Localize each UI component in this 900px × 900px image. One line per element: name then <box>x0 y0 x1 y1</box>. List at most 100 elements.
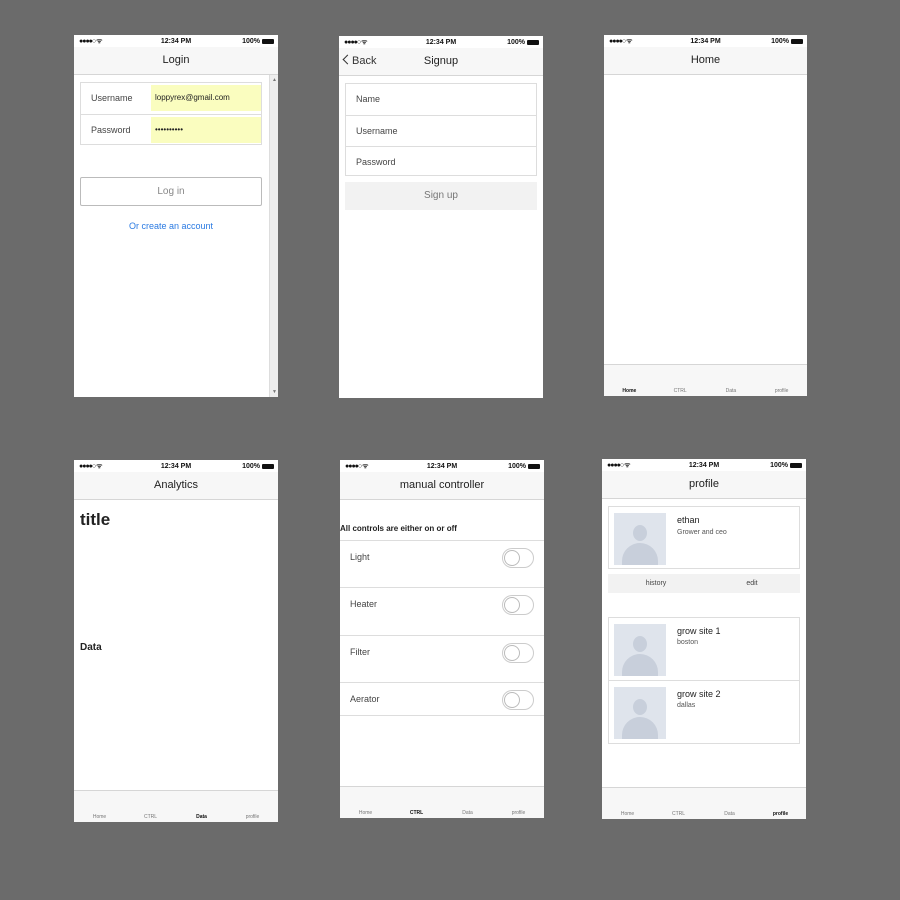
tab-label: Data <box>462 810 473 816</box>
create-account-link[interactable]: Or create an account <box>74 221 268 231</box>
nav-bar: profile <box>602 471 806 499</box>
tab-profile[interactable]: profile <box>755 788 806 819</box>
tab-label: CTRL <box>143 814 158 820</box>
toggle-knob <box>504 692 520 708</box>
tab-label: Home <box>622 388 637 394</box>
tab-home[interactable]: Home <box>340 787 391 818</box>
nav-bar: Analytics <box>74 472 278 500</box>
data-label: Data <box>80 642 102 653</box>
password-input[interactable]: •••••••••• <box>151 117 261 143</box>
page-title: manual controller <box>399 479 485 491</box>
back-label: Back <box>352 55 377 67</box>
avatar <box>614 513 666 565</box>
tab-ctrl[interactable]: CTRL <box>391 787 442 818</box>
tab-profile[interactable]: profile <box>756 365 807 396</box>
tab-bar: Home CTRL Data profile <box>340 786 544 818</box>
status-bar: ●●●●○ ᯤ 12:34 PM 100% <box>602 459 806 471</box>
status-bar: ●●●●○ ᯤ 12:34 PM 100% <box>340 460 544 472</box>
tab-data[interactable]: Data <box>442 787 493 818</box>
tab-ctrl[interactable]: CTRL <box>653 788 704 819</box>
login-button[interactable]: Log in <box>80 177 262 206</box>
battery-percent: 100% <box>770 462 788 469</box>
battery-percent: 100% <box>507 39 525 46</box>
username-field[interactable]: Username <box>346 115 536 146</box>
battery-percent: 100% <box>508 463 526 470</box>
battery-indicator: 100% <box>508 463 540 470</box>
list-item[interactable]: grow site 1 boston <box>609 618 799 681</box>
battery-icon <box>528 463 540 469</box>
tab-profile[interactable]: profile <box>493 787 544 818</box>
tab-label: Home <box>92 814 107 820</box>
tab-home[interactable]: Home <box>604 365 655 396</box>
battery-indicator: 100% <box>770 462 802 469</box>
scroll-up-icon[interactable]: ▲ <box>272 77 277 83</box>
tab-label: CTRL <box>671 811 686 817</box>
list-item[interactable]: grow site 2 dallas <box>609 681 799 744</box>
tab-label: Home <box>358 810 373 816</box>
status-bar: ●●●●○ ᯤ 12:34 PM 100% <box>339 36 543 48</box>
filter-toggle[interactable] <box>502 643 534 663</box>
tab-home[interactable]: Home <box>602 788 653 819</box>
tab-label: Data <box>196 814 207 820</box>
aerator-toggle[interactable] <box>502 690 534 710</box>
battery-icon <box>790 462 802 468</box>
password-field[interactable]: Password <box>346 146 536 177</box>
tab-label: CTRL <box>409 810 424 816</box>
toggle-knob <box>504 645 520 661</box>
edit-button[interactable]: edit <box>704 574 800 593</box>
battery-indicator: 100% <box>242 38 274 45</box>
battery-percent: 100% <box>771 38 789 45</box>
battery-percent: 100% <box>242 38 260 45</box>
tab-ctrl[interactable]: CTRL <box>125 791 176 822</box>
toggle-knob <box>504 550 520 566</box>
chevron-left-icon <box>342 54 353 65</box>
username-label: Username <box>91 93 133 103</box>
control-label: Filter <box>350 647 370 657</box>
tab-bar: Home CTRL Data profile <box>602 787 806 819</box>
scrollbar[interactable]: ▲ ▼ <box>269 75 278 397</box>
tab-home[interactable]: Home <box>74 791 125 822</box>
battery-indicator: 100% <box>771 38 803 45</box>
site-thumbnail <box>614 687 666 739</box>
status-bar: ●●●●○ ᯤ 12:34 PM 100% <box>74 35 278 47</box>
site-thumbnail <box>614 624 666 676</box>
battery-indicator: 100% <box>507 39 539 46</box>
control-label: Light <box>350 552 370 562</box>
tab-bar: Home CTRL Data profile <box>604 364 807 396</box>
controls-note: All controls are either on or off <box>340 524 457 533</box>
username-row: Username loppyrex@gmail.com <box>81 83 261 114</box>
user-name: ethan <box>677 515 700 525</box>
nav-bar: Back Signup <box>339 48 543 76</box>
tab-data[interactable]: Data <box>706 365 757 396</box>
status-bar: ●●●●○ ᯤ 12:34 PM 100% <box>74 460 278 472</box>
tab-data[interactable]: Data <box>176 791 227 822</box>
control-label: Aerator <box>350 694 380 704</box>
control-row-filter: Filter <box>340 635 544 669</box>
tab-label: Data <box>724 811 735 817</box>
analytics-screen: ●●●●○ ᯤ 12:34 PM 100% Analytics title Da… <box>74 460 278 822</box>
password-row: Password •••••••••• <box>81 114 261 145</box>
manual-controller-screen: ●●●●○ ᯤ 12:34 PM 100% manual controller … <box>340 460 544 818</box>
user-card[interactable]: ethan Grower and ceo <box>608 506 800 569</box>
control-row-light: Light <box>340 540 544 574</box>
light-toggle[interactable] <box>502 548 534 568</box>
sites-list: grow site 1 boston grow site 2 dallas <box>608 617 800 744</box>
scroll-down-icon[interactable]: ▼ <box>272 389 277 395</box>
control-row-heater: Heater <box>340 587 544 621</box>
tab-data[interactable]: Data <box>704 788 755 819</box>
battery-indicator: 100% <box>242 463 274 470</box>
toggle-knob <box>504 597 520 613</box>
battery-icon <box>527 39 539 45</box>
back-button[interactable]: Back <box>342 48 377 74</box>
battery-icon <box>262 463 274 469</box>
signup-button[interactable]: Sign up <box>345 182 537 210</box>
username-input[interactable]: loppyrex@gmail.com <box>151 85 261 111</box>
page-title: profile <box>689 478 719 490</box>
tab-label: Home <box>620 811 635 817</box>
site-name: grow site 2 <box>677 689 721 699</box>
tab-ctrl[interactable]: CTRL <box>655 365 706 396</box>
tab-profile[interactable]: profile <box>227 791 278 822</box>
history-button[interactable]: history <box>608 574 704 593</box>
name-field[interactable]: Name <box>346 84 536 115</box>
heater-toggle[interactable] <box>502 595 534 615</box>
